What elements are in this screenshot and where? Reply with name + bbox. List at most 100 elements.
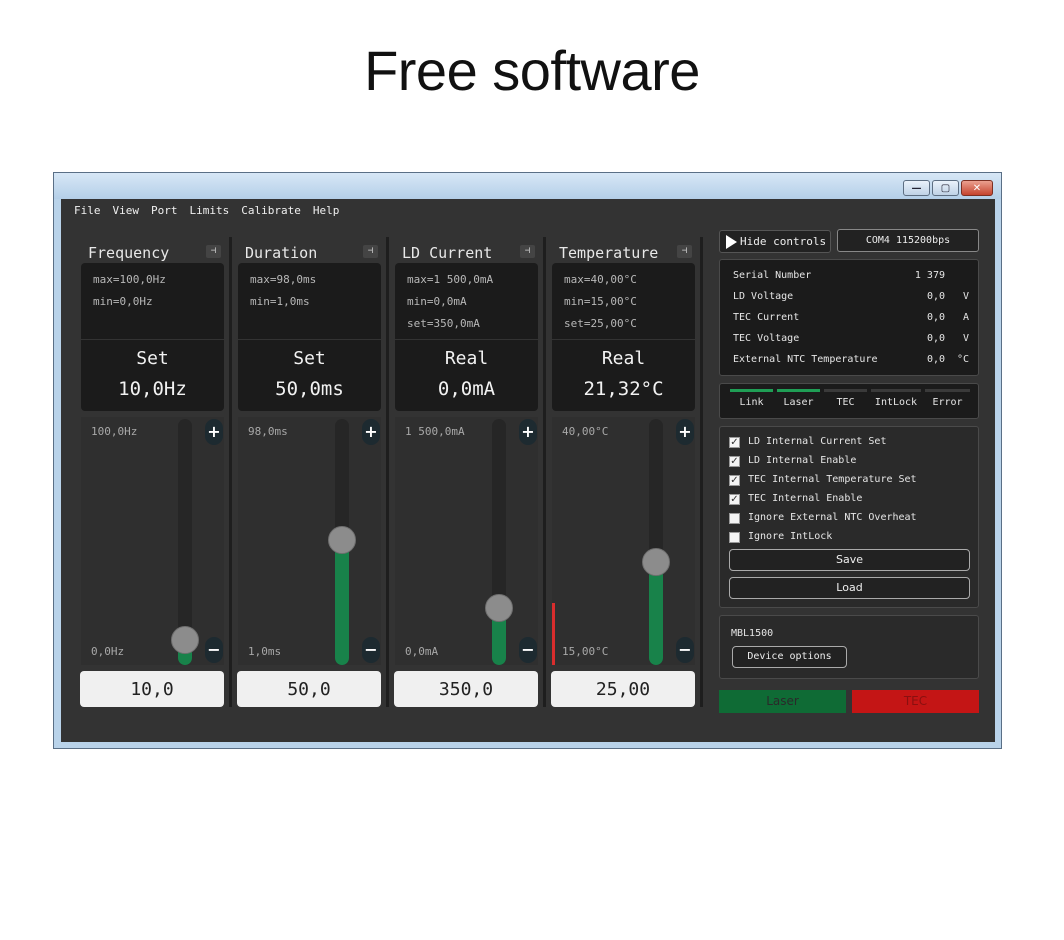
panel-divider [700, 237, 703, 707]
mode-label: Real [444, 348, 489, 369]
device-info-row: TEC Current 0,0 A [733, 312, 969, 326]
decrement-button[interactable]: − [205, 637, 223, 663]
menu-view[interactable]: View [107, 199, 146, 221]
checkbox[interactable] [729, 513, 740, 524]
minimize-button[interactable]: — [903, 180, 930, 196]
app-window: — ▢ ✕ File View Port Limits Calibrate He… [53, 172, 1002, 749]
menu-file[interactable]: File [68, 199, 107, 221]
limits-display: max=100,0Hz min=0,0Hz Set 10,0Hz [81, 263, 224, 411]
model-label: MBL1500 [731, 628, 774, 639]
status-label: TEC [836, 397, 855, 408]
divider [238, 339, 381, 340]
info-label: LD Voltage [733, 291, 794, 302]
status-light [871, 389, 921, 392]
limits-display: max=1 500,0mA min=0,0mA set=350,0mA Real… [395, 263, 538, 411]
load-button[interactable]: Load [729, 577, 970, 599]
real-value-indicator [552, 603, 555, 665]
slider-thumb[interactable] [171, 626, 199, 654]
pin-icon[interactable]: ⊣ [206, 245, 221, 258]
status-label: Error [932, 397, 963, 408]
slider-track[interactable] [492, 419, 506, 665]
checkbox-label: Ignore External NTC Overheat [748, 512, 917, 523]
menu-port[interactable]: Port [145, 199, 184, 221]
increment-button[interactable]: + [519, 419, 537, 445]
info-label: External NTC Temperature [733, 354, 878, 365]
increment-button[interactable]: + [362, 419, 380, 445]
set-value: set=25,00°C [564, 317, 637, 330]
info-label: TEC Current [733, 312, 800, 323]
scale-max-label: 98,0ms [248, 425, 288, 438]
port-button[interactable]: COM4 115200bps [837, 229, 979, 252]
menu-help[interactable]: Help [307, 199, 346, 221]
pin-icon[interactable]: ⊣ [677, 245, 692, 258]
options-panel: ✓ LD Internal Current Set ✓ LD Internal … [719, 426, 979, 608]
status-laser: Laser [777, 389, 820, 415]
play-icon [726, 235, 737, 249]
value-input[interactable] [551, 671, 695, 707]
increment-button[interactable]: + [205, 419, 223, 445]
checkbox[interactable]: ✓ [729, 437, 740, 448]
ld-current-panel: LD Current ⊣ max=1 500,0mA min=0,0mA set… [394, 237, 539, 707]
hide-controls-button[interactable]: Hide controls [719, 230, 831, 253]
slider-fill [649, 562, 663, 665]
value-input[interactable] [80, 671, 224, 707]
device-options-button[interactable]: Device options [732, 646, 847, 668]
save-button[interactable]: Save [729, 549, 970, 571]
status-error: Error [925, 389, 970, 415]
value-input[interactable] [394, 671, 538, 707]
checkbox-label: LD Internal Enable [748, 455, 857, 466]
decrement-button[interactable]: − [676, 637, 694, 663]
decrement-button[interactable]: − [362, 637, 380, 663]
panel-header: LD Current ⊣ [396, 241, 537, 265]
status-label: IntLock [874, 397, 918, 408]
increment-button[interactable]: + [676, 419, 694, 445]
status-light [824, 389, 867, 392]
menu-calibrate[interactable]: Calibrate [235, 199, 307, 221]
divider [81, 339, 224, 340]
decrement-button[interactable]: − [519, 637, 537, 663]
device-model-panel: MBL1500 Device options [719, 615, 979, 679]
duration-panel: Duration ⊣ max=98,0ms min=1,0ms Set 50,0… [237, 237, 382, 707]
frequency-panel: Frequency ⊣ max=100,0Hz min=0,0Hz Set 10… [80, 237, 225, 707]
slider-thumb[interactable] [328, 526, 356, 554]
checkbox[interactable]: ✓ [729, 475, 740, 486]
laser-toggle-button[interactable]: Laser [719, 690, 846, 713]
maximize-button[interactable]: ▢ [932, 180, 959, 196]
status-link: Link [730, 389, 773, 415]
checkbox[interactable]: ✓ [729, 494, 740, 505]
current-value: 10,0Hz [118, 378, 187, 400]
mode-label: Real [601, 348, 646, 369]
min-limit: min=0,0Hz [93, 295, 153, 308]
slider-thumb[interactable] [642, 548, 670, 576]
checkbox-label: LD Internal Current Set [748, 436, 887, 447]
checkbox-label: TEC Internal Enable [748, 493, 863, 504]
scale-min-label: 0,0mA [405, 645, 439, 658]
pin-icon[interactable]: ⊣ [520, 245, 535, 258]
slider-thumb[interactable] [485, 594, 513, 622]
panel-divider [229, 237, 232, 707]
device-info-row: Serial Number 1 379 [733, 270, 969, 284]
window-controls: — ▢ ✕ [903, 180, 993, 196]
checkbox[interactable]: ✓ [729, 456, 740, 467]
menu-limits[interactable]: Limits [184, 199, 236, 221]
divider [552, 339, 695, 340]
checkbox-label: TEC Internal Temperature Set [748, 474, 917, 485]
close-button[interactable]: ✕ [961, 180, 993, 196]
pin-icon[interactable]: ⊣ [363, 245, 378, 258]
checkbox[interactable] [729, 532, 740, 543]
limits-display: max=40,00°C min=15,00°C set=25,00°C Real… [552, 263, 695, 411]
checkbox-label: Ignore IntLock [748, 531, 833, 542]
panel-title: Frequency [88, 244, 170, 262]
value-input[interactable] [237, 671, 381, 707]
info-unit: V [962, 291, 969, 302]
tec-toggle-button[interactable]: TEC [852, 690, 979, 713]
device-info-row: External NTC Temperature 0,0 °C [733, 354, 969, 368]
panel-header: Temperature ⊣ [553, 241, 694, 265]
page-heading: Free software [364, 39, 700, 102]
title-bar: — ▢ ✕ [54, 173, 1001, 199]
mode-label: Set [136, 348, 169, 369]
status-tec: TEC [824, 389, 867, 415]
temperature-panel: Temperature ⊣ max=40,00°C min=15,00°C se… [551, 237, 696, 707]
slider-track[interactable] [649, 419, 663, 665]
current-value: 50,0ms [275, 378, 344, 400]
